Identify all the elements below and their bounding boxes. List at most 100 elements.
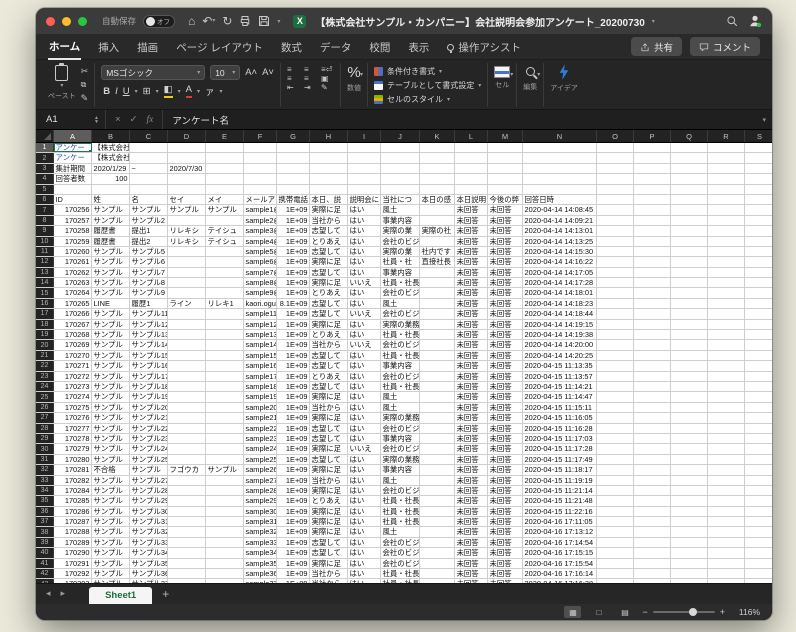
zoom-slider[interactable] [653,611,715,613]
cell[interactable]: サンプル9 [130,288,168,297]
cell[interactable]: 1E+09 [277,517,310,526]
cell[interactable]: 志望して [310,351,348,360]
cell[interactable]: 実際の業 [381,226,420,235]
column-header-J[interactable]: J [381,130,420,142]
cell[interactable]: 社員・社長の雰囲気 [381,330,420,339]
cell[interactable] [206,268,244,277]
cell[interactable] [671,288,708,297]
cell[interactable]: 実際に足 [310,205,348,214]
row-number[interactable]: 41 [36,559,54,568]
cell[interactable] [708,247,745,256]
cell[interactable]: 2020-04-15 11:14:47 [523,392,597,401]
cell[interactable]: sample23@ [244,434,277,443]
cell[interactable] [708,527,745,536]
cell[interactable] [708,195,745,204]
cell[interactable]: アンケー [54,143,92,152]
cell[interactable] [708,299,745,308]
cell[interactable]: 2020-04-14 14:08:45 [523,205,597,214]
cell[interactable] [671,278,708,287]
cell[interactable] [634,413,671,422]
cell[interactable]: 本日説明 [455,195,488,204]
borders-dropdown-icon[interactable]: ▾ [156,88,159,95]
cell[interactable]: sample1@ [244,205,277,214]
cell[interactable]: はい [348,434,381,443]
cell[interactable]: 1E+09 [277,455,310,464]
cell[interactable] [168,434,206,443]
cell[interactable]: 会社のビジョン [381,548,420,557]
cell[interactable]: 志望して [310,309,348,318]
cell[interactable] [420,507,455,516]
cell[interactable] [634,195,671,204]
row-number[interactable]: 7 [36,205,54,214]
cell[interactable]: サンプル8 [130,278,168,287]
cell[interactable]: サンプル12 [130,320,168,329]
column-header-R[interactable]: R [708,130,745,142]
cell[interactable] [244,164,277,173]
cell[interactable] [206,216,244,225]
cell[interactable]: 風土 [381,403,420,412]
cell[interactable]: 170257 [54,216,92,225]
cell[interactable] [708,444,745,453]
column-header-E[interactable]: E [206,130,244,142]
cell[interactable] [310,153,348,162]
cell[interactable]: 170265 [54,299,92,308]
cell[interactable] [348,174,381,183]
cell[interactable]: sample21@ [244,413,277,422]
cell[interactable]: 未回答 [488,237,523,246]
cell[interactable] [277,153,310,162]
cell[interactable] [420,278,455,287]
row-number[interactable]: 28 [36,424,54,433]
cell[interactable] [420,434,455,443]
cell[interactable]: 2020-04-16 17:15:15 [523,548,597,557]
cell[interactable]: 志望して [310,299,348,308]
cell[interactable] [597,569,634,578]
cell[interactable] [634,434,671,443]
cell[interactable]: いいえ [348,309,381,318]
undo-icon[interactable]: ↶▾ [202,15,215,27]
underline-button[interactable]: U [123,86,130,97]
cell[interactable]: 当社から [310,216,348,225]
cell[interactable]: sample17@ [244,372,277,381]
cell[interactable] [168,340,206,349]
cell[interactable]: 未回答 [488,392,523,401]
cell[interactable] [420,486,455,495]
cell[interactable] [708,455,745,464]
cell[interactable]: サンプル [92,413,130,422]
cell[interactable] [634,340,671,349]
row-number[interactable]: 40 [36,548,54,557]
cell[interactable] [634,164,671,173]
cell[interactable] [168,185,206,194]
cell[interactable]: 事業内容 [381,268,420,277]
cell[interactable]: 集計期間 [54,164,92,173]
cell[interactable]: 170262 [54,268,92,277]
cell[interactable] [708,257,745,266]
cell[interactable]: 170280 [54,455,92,464]
cells-dropdown-icon[interactable]: ▾ [510,71,513,78]
cell[interactable] [671,372,708,381]
cell[interactable] [597,278,634,287]
cell[interactable] [206,153,244,162]
cell[interactable]: サンプル [168,205,206,214]
cell[interactable]: 風土 [381,527,420,536]
cell[interactable] [671,424,708,433]
cell[interactable] [206,579,244,583]
cell[interactable]: 本日の感 [420,195,455,204]
cell[interactable] [708,288,745,297]
cell[interactable] [634,392,671,401]
cell[interactable]: 2020-04-14 14:19:38 [523,330,597,339]
cell[interactable]: サンプル32 [130,527,168,536]
cell[interactable] [168,392,206,401]
cell[interactable] [348,143,381,152]
cell[interactable]: いいえ [348,444,381,453]
cell[interactable]: 未回答 [488,413,523,422]
cell[interactable]: サンプル [206,465,244,474]
cell[interactable] [597,382,634,391]
cell[interactable] [420,444,455,453]
cell[interactable] [671,216,708,225]
cell[interactable]: 170279 [54,444,92,453]
cell[interactable] [745,288,772,297]
row-number[interactable]: 11 [36,247,54,256]
cell[interactable] [206,413,244,422]
cell[interactable]: 実際に足 [310,444,348,453]
cell[interactable] [168,579,206,583]
